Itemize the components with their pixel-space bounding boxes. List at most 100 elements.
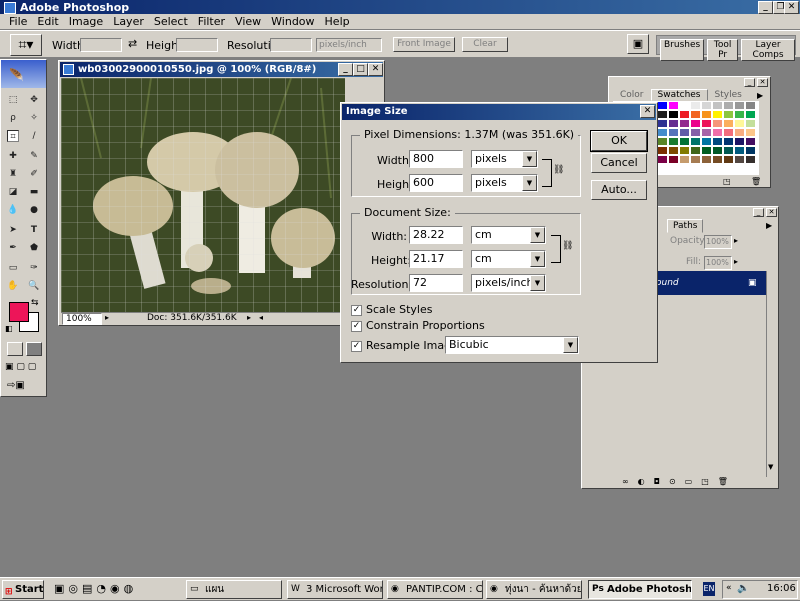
quick-mask-icon[interactable]	[26, 342, 42, 356]
menu-file[interactable]: File	[4, 14, 32, 29]
height-field[interactable]	[176, 38, 218, 52]
canvas-image[interactable]	[61, 78, 345, 312]
tray-expand-icon[interactable]: «	[726, 583, 732, 593]
px-width-unit-select[interactable]: pixels ▼	[471, 150, 538, 168]
fill-field[interactable]: 100%	[704, 256, 732, 270]
swatch[interactable]	[723, 101, 734, 110]
swatch[interactable]	[690, 110, 701, 119]
blur-icon[interactable]: 💧	[7, 204, 19, 216]
move-icon[interactable]: ✥	[28, 94, 40, 106]
swatch[interactable]	[712, 137, 723, 146]
swatch[interactable]	[690, 137, 701, 146]
px-height-unit-select[interactable]: pixels ▼	[471, 174, 538, 192]
swatch[interactable]	[657, 128, 668, 137]
well-tab-layer-comps[interactable]: Layer Comps	[741, 39, 795, 61]
marquee-icon[interactable]: ⬚	[7, 94, 19, 106]
menu-image[interactable]: Image	[64, 14, 108, 29]
clone-stamp-icon[interactable]: ♜	[7, 168, 19, 180]
taskbar-item[interactable]: ◉ PANTIP.COM : C8...	[387, 580, 483, 599]
minimize-button[interactable]: _	[758, 1, 773, 14]
pen-icon[interactable]: ✒	[7, 242, 19, 254]
swatch[interactable]	[701, 110, 712, 119]
resample-method-select[interactable]: Bicubic ▼	[445, 336, 579, 354]
tab-styles[interactable]: Styles	[707, 89, 749, 101]
swatch[interactable]	[679, 155, 690, 164]
resolution-field[interactable]	[270, 38, 312, 52]
swatch[interactable]	[679, 101, 690, 110]
swatch[interactable]	[734, 146, 745, 155]
swatches-close-button[interactable]: ✕	[757, 78, 768, 87]
magic-wand-icon[interactable]: ✧	[28, 112, 40, 124]
swatch[interactable]	[668, 155, 679, 164]
jump-to-imageready-icon[interactable]: ⇨▣	[7, 380, 25, 391]
swatch[interactable]	[734, 110, 745, 119]
start-button[interactable]: ⊞ Start	[2, 580, 44, 599]
swatch[interactable]	[657, 101, 668, 110]
front-image-button[interactable]: Front Image	[393, 37, 455, 52]
swatch[interactable]	[734, 155, 745, 164]
swatch[interactable]	[657, 137, 668, 146]
opacity-field[interactable]: 100%	[704, 235, 732, 249]
swatch[interactable]	[668, 110, 679, 119]
layers-menu-icon[interactable]: ▶	[766, 221, 772, 230]
standard-mode-icon[interactable]	[7, 342, 23, 356]
eyedropper-icon[interactable]: ✑	[28, 262, 40, 274]
screen-mode-icons[interactable]: ▣ ▢ ▢	[5, 362, 36, 372]
resolution-input[interactable]: 72	[409, 274, 463, 292]
px-height-input[interactable]: 600	[409, 174, 463, 192]
quick-launch-icons[interactable]: ▣◎▤◔◉◍	[54, 582, 137, 595]
swatch[interactable]	[745, 119, 756, 128]
swatch[interactable]	[690, 101, 701, 110]
swatch[interactable]	[712, 146, 723, 155]
scroll-down-icon[interactable]: ▼	[768, 463, 773, 471]
swatch[interactable]	[723, 128, 734, 137]
new-swatch-icon[interactable]: ◳	[723, 177, 731, 186]
swatch[interactable]	[745, 110, 756, 119]
layers-scrollbar[interactable]: ▼	[766, 271, 777, 477]
swatch[interactable]	[690, 128, 701, 137]
menu-help[interactable]: Help	[320, 14, 355, 29]
taskbar-item[interactable]: ▭ แผน	[186, 580, 282, 599]
layers-footer-icons[interactable]: ∞◐◘⊙▭◳🗑	[622, 477, 737, 486]
resolution-unit-select[interactable]: pixels/inch	[316, 38, 382, 52]
brush-icon[interactable]: ✎	[28, 150, 40, 162]
volume-icon[interactable]: 🔈	[737, 583, 749, 594]
delete-swatch-icon[interactable]: 🗑	[751, 177, 761, 186]
resolution-unit-select[interactable]: pixels/inch ▼	[471, 274, 546, 292]
path-selection-icon[interactable]: ➤	[7, 224, 19, 236]
well-tab-tool-pr[interactable]: Tool Pr	[707, 39, 739, 61]
swatch[interactable]	[723, 155, 734, 164]
swatch[interactable]	[701, 119, 712, 128]
foreground-color-swatch[interactable]	[9, 302, 29, 322]
cancel-button[interactable]: Cancel	[591, 153, 647, 173]
resample-checkbox[interactable]: ✓	[351, 340, 362, 352]
doc-maximize-button[interactable]: □	[353, 63, 368, 76]
doc-width-unit-select[interactable]: cm ▼	[471, 226, 546, 244]
swatch[interactable]	[723, 137, 734, 146]
language-indicator[interactable]: EN	[703, 582, 715, 596]
px-width-input[interactable]: 800	[409, 150, 463, 168]
taskbar-item[interactable]: ◉ ทุ่งนา - ค้นหาด้วย ...	[486, 580, 582, 599]
tab-paths[interactable]: Paths	[667, 219, 704, 233]
gradient-icon[interactable]: ▬	[28, 186, 40, 198]
swatch[interactable]	[668, 128, 679, 137]
taskbar-item[interactable]: W 3 Microsoft Word	[287, 580, 383, 599]
auto-button[interactable]: Auto...	[591, 180, 647, 200]
doc-height-input[interactable]: 21.17	[409, 250, 463, 268]
well-tab-brushes[interactable]: Brushes	[660, 39, 705, 61]
swatch[interactable]	[723, 110, 734, 119]
swatch[interactable]	[668, 101, 679, 110]
crop-tool-preset-button[interactable]: ⌗▾	[10, 34, 42, 56]
swatch[interactable]	[690, 146, 701, 155]
type-icon[interactable]: T	[28, 224, 40, 236]
swatch[interactable]	[745, 128, 756, 137]
swatch[interactable]	[701, 101, 712, 110]
swap-colors-icon[interactable]: ⇆	[31, 298, 39, 308]
layers-minimize-button[interactable]: _	[753, 208, 764, 217]
scroll-left-icon[interactable]: ◂	[259, 313, 263, 322]
doc-width-input[interactable]: 28.22	[409, 226, 463, 244]
taskbar-item[interactable]: PsAdobe Photoshop	[588, 580, 692, 599]
layers-close-button[interactable]: ✕	[766, 208, 777, 217]
healing-brush-icon[interactable]: ✚	[7, 150, 19, 162]
swatches-minimize-button[interactable]: _	[744, 78, 755, 87]
